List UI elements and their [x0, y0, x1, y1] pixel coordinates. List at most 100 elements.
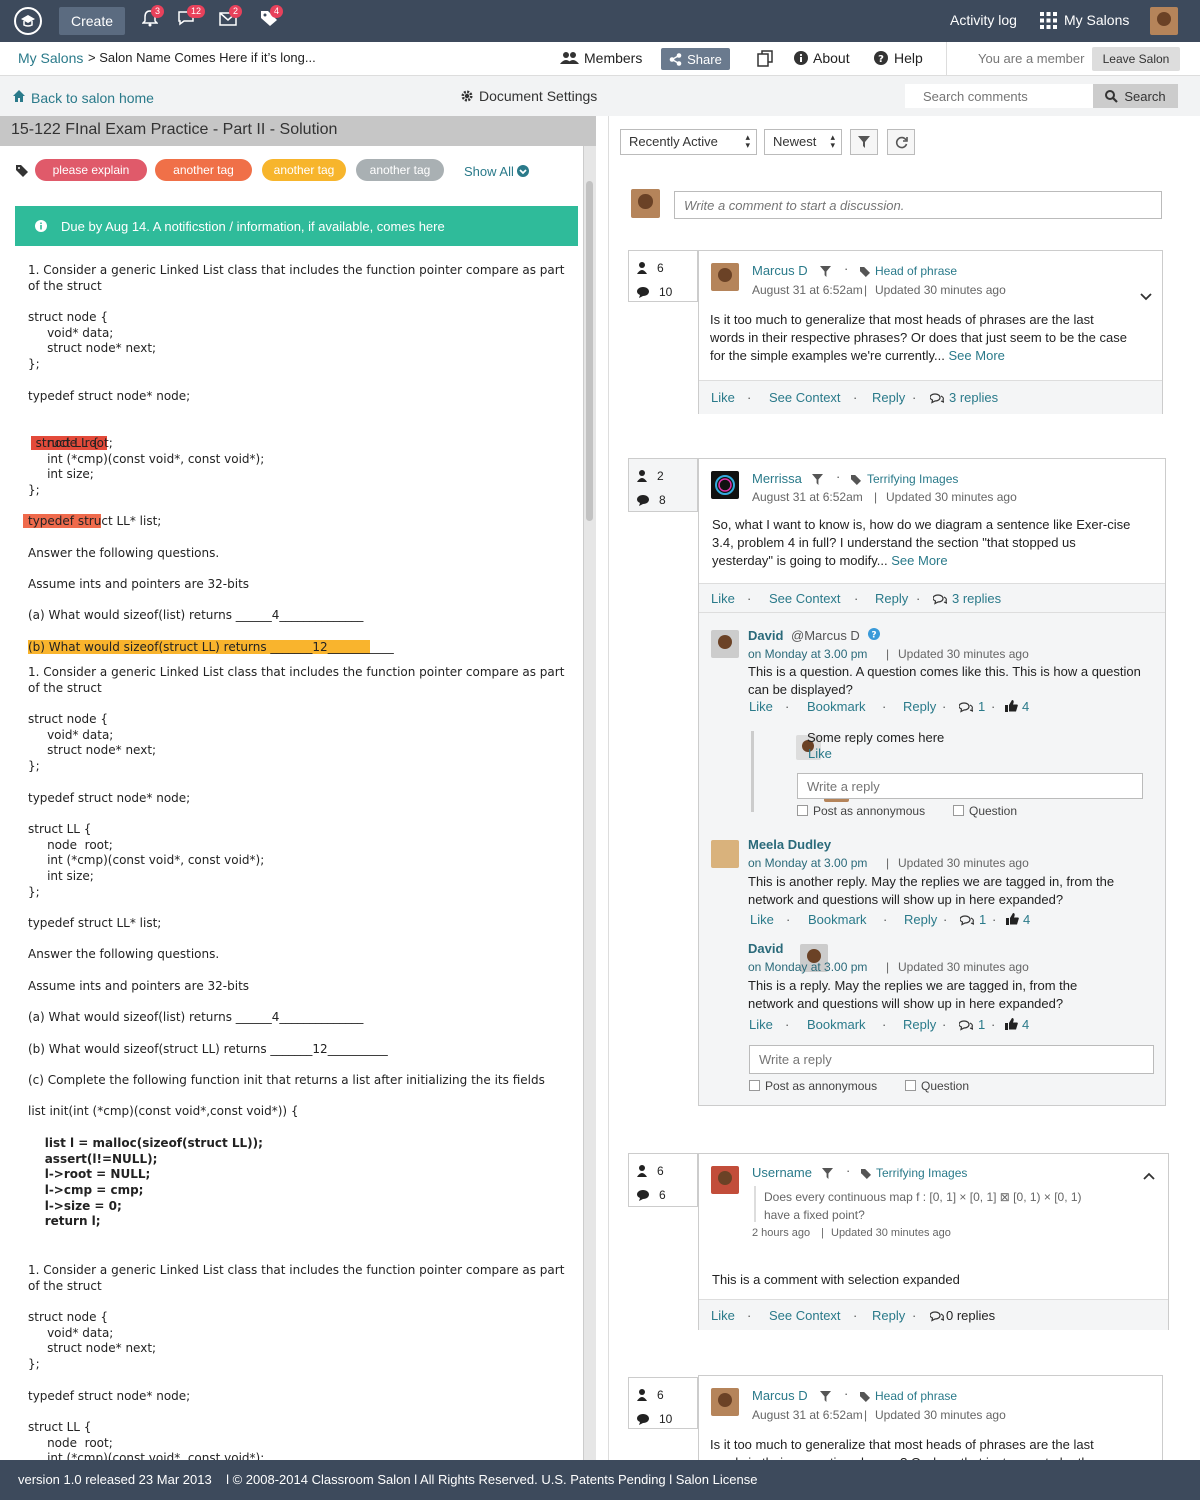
tag-another-tag[interactable]: another tag [155, 159, 252, 181]
anonymous-checkbox[interactable]: Post as annonymous [797, 804, 925, 818]
reply-text: This is a reply. May the replies we are … [748, 978, 1078, 1011]
see-more-link[interactable]: See More [949, 348, 1005, 363]
tag-please-explain[interactable]: please explain [35, 159, 147, 181]
reply-author[interactable]: Meela Dudley [748, 837, 831, 852]
reply-input[interactable] [749, 1045, 1154, 1074]
comment-tag[interactable]: Head of phrase [875, 1389, 957, 1403]
bookmark-button[interactable]: Bookmark [808, 912, 867, 927]
like-button[interactable]: Like [711, 1308, 735, 1323]
members-link[interactable]: Members [584, 50, 642, 66]
comment-tag[interactable]: Head of phrase [875, 264, 957, 278]
refresh-button[interactable] [887, 129, 915, 155]
see-context-link[interactable]: See Context [769, 591, 841, 606]
reply-mention[interactable]: @Marcus D [791, 628, 860, 643]
checkbox-box[interactable] [749, 1080, 760, 1091]
like-button[interactable]: Like [711, 591, 735, 606]
author-name[interactable]: Username [752, 1165, 812, 1180]
reply-button[interactable]: Reply [875, 591, 908, 606]
salon-logo-icon[interactable] [14, 7, 42, 35]
comment-text: Is it too much to generalize that most h… [710, 1437, 1096, 1460]
document-line: Answer the following questions. [28, 947, 220, 962]
highlighted-text[interactable]: typedef stru [23, 514, 102, 528]
help-link[interactable]: Help [894, 50, 923, 66]
reply-button[interactable]: Reply [903, 699, 936, 714]
document-settings-link[interactable]: Document Settings [479, 88, 597, 104]
activity-log-link[interactable]: Activity log [950, 12, 1017, 28]
comment-tag[interactable]: Terrifying Images [867, 472, 958, 486]
comment-count: 6 [659, 1188, 666, 1202]
filter-button[interactable] [850, 129, 878, 155]
document-line: 1. Consider a generic Linked List class … [28, 1263, 565, 1277]
reply-button[interactable]: Reply [903, 1017, 936, 1032]
grid-icon[interactable] [1040, 12, 1057, 29]
filter-icon[interactable] [820, 1390, 831, 1405]
see-context-link[interactable]: See Context [769, 1308, 841, 1323]
reply-author[interactable]: David [748, 628, 783, 643]
about-link[interactable]: About [813, 50, 850, 66]
author-name[interactable]: Marcus D [752, 1388, 808, 1403]
reply-count[interactable]: 1 [979, 912, 986, 927]
anonymous-checkbox[interactable]: Post as annonymous [749, 1079, 877, 1093]
back-to-salon-link[interactable]: Back to salon home [31, 90, 154, 106]
reply-button[interactable]: Reply [904, 912, 937, 927]
replies-count[interactable]: 0 replies [946, 1308, 995, 1323]
copy-icon[interactable] [757, 50, 774, 70]
reply-button[interactable]: Reply [872, 390, 905, 405]
new-comment-input[interactable] [674, 191, 1162, 219]
show-all-tags-link[interactable]: Show All [464, 164, 514, 179]
sort-activity-select[interactable]: Recently Active ▴ ▾ [620, 129, 757, 155]
thumbs-up-icon[interactable] [1005, 700, 1018, 715]
like-button[interactable]: Like [749, 699, 773, 714]
checkbox-box[interactable] [797, 805, 808, 816]
scrollbar-thumb[interactable] [586, 181, 593, 521]
tags-icon[interactable]: 4 [258, 5, 284, 32]
document-line: }; [28, 357, 40, 372]
author-name[interactable]: Merrissa [752, 471, 802, 486]
sort-activity-value: Recently Active [629, 134, 718, 149]
like-button[interactable]: Like [711, 390, 735, 405]
highlighted-text[interactable]: (b) What would sizeof(struct LL) returns… [28, 640, 370, 654]
bell-icon[interactable]: 3 [139, 5, 165, 32]
see-more-link[interactable]: See More [891, 553, 947, 568]
reply-count[interactable]: 1 [978, 1017, 985, 1032]
chevron-up-icon[interactable] [1143, 1168, 1155, 1183]
like-button[interactable]: Like [808, 746, 832, 761]
reply-author[interactable]: David [748, 941, 783, 956]
breadcrumb-my-salons[interactable]: My Salons [18, 50, 83, 66]
leave-salon-button[interactable]: Leave Salon [1092, 47, 1180, 71]
create-button[interactable]: Create [59, 7, 125, 35]
like-button[interactable]: Like [750, 912, 774, 927]
reply-count[interactable]: 1 [978, 699, 985, 714]
author-name[interactable]: Marcus D [752, 263, 808, 278]
like-button[interactable]: Like [749, 1017, 773, 1032]
filter-icon[interactable] [822, 1167, 833, 1182]
question-checkbox[interactable]: Question [953, 804, 1017, 818]
checkbox-box[interactable] [905, 1080, 916, 1091]
bookmark-button[interactable]: Bookmark [807, 699, 866, 714]
bookmark-button[interactable]: Bookmark [807, 1017, 866, 1032]
thumbs-up-icon[interactable] [1006, 913, 1019, 928]
chevron-down-icon[interactable] [1140, 289, 1152, 304]
mail-icon[interactable]: 2 [217, 5, 243, 32]
chat-icon[interactable]: 12 [175, 5, 206, 32]
tag-another-tag[interactable]: another tag [262, 159, 346, 181]
my-salons-link[interactable]: My Salons [1064, 12, 1129, 28]
reply-button[interactable]: Reply [872, 1308, 905, 1323]
question-checkbox[interactable]: Question [905, 1079, 969, 1093]
replies-link[interactable]: 3 replies [952, 591, 1001, 606]
filter-icon[interactable] [820, 265, 831, 280]
search-button[interactable]: Search [1093, 84, 1178, 108]
document-scrollbar[interactable] [583, 146, 596, 1460]
search-comments-input[interactable] [905, 84, 1093, 108]
reply-input[interactable] [797, 773, 1143, 799]
user-avatar[interactable] [1150, 7, 1178, 35]
thumbs-up-icon[interactable] [1005, 1018, 1018, 1033]
share-button[interactable]: Share [661, 48, 730, 70]
replies-link[interactable]: 3 replies [949, 390, 998, 405]
see-context-link[interactable]: See Context [769, 390, 841, 405]
filter-icon[interactable] [812, 473, 823, 488]
tag-another-tag[interactable]: another tag [356, 159, 444, 181]
checkbox-box[interactable] [953, 805, 964, 816]
sort-order-select[interactable]: Newest ▴ ▾ [764, 129, 842, 155]
comment-tag[interactable]: Terrifying Images [876, 1166, 967, 1180]
